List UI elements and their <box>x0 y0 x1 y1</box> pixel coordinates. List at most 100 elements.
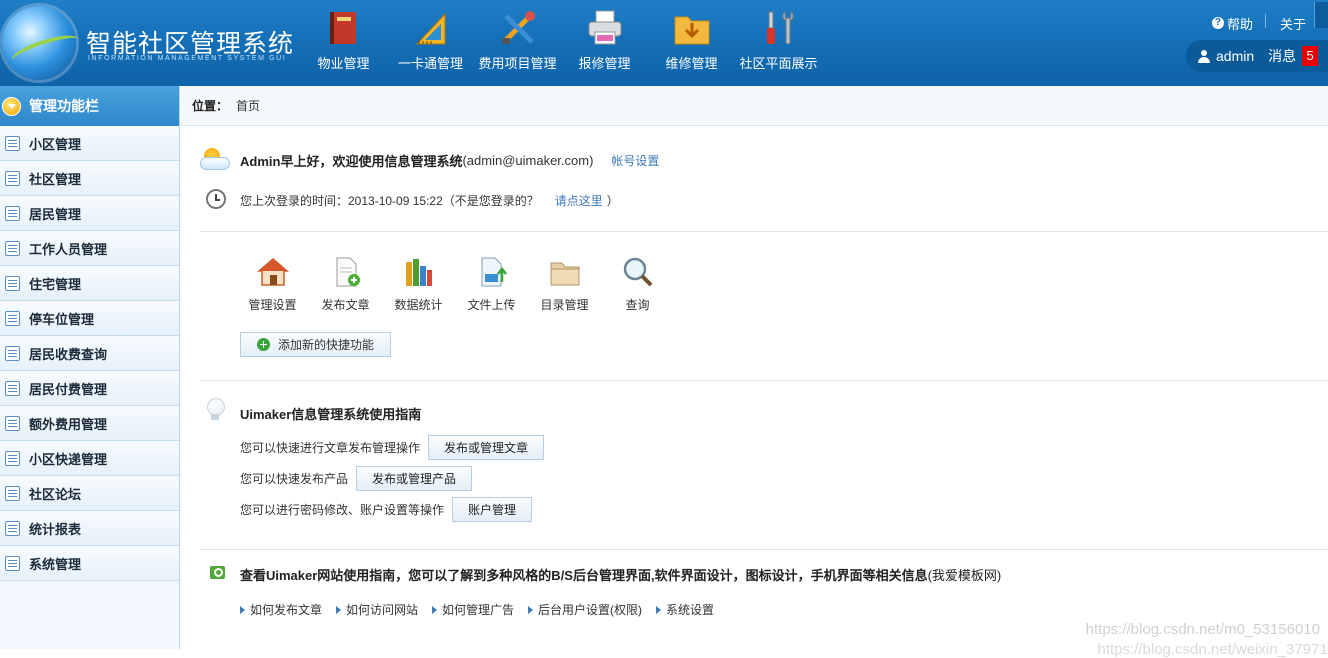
breadcrumb-label: 位置： <box>192 97 228 114</box>
sidebar-item-staff[interactable]: 工作人员管理 <box>0 231 179 266</box>
bar-books-icon <box>402 256 436 288</box>
guide-link-system[interactable]: 系统设置 <box>656 601 714 618</box>
guide-text: 您可以快速发布产品 <box>240 470 348 487</box>
topnav-label: 报修管理 <box>578 56 630 71</box>
file-upload-icon <box>475 256 509 288</box>
sidebar-item-housing[interactable]: 住宅管理 <box>0 266 179 301</box>
guide-title: Uimaker信息管理系统使用指南 <box>240 404 421 423</box>
tools-icon <box>498 8 538 48</box>
list-icon <box>5 416 20 431</box>
watermark: https://blog.csdn.net/m0_53156010 <box>1086 621 1320 638</box>
sidebar-item-forum[interactable]: 社区论坛 <box>0 476 179 511</box>
home-icon <box>256 256 290 288</box>
guide-link-label: 如何管理广告 <box>442 601 514 618</box>
shortcut-directory[interactable]: 目录管理 <box>528 256 601 313</box>
topnav-label: 一卡通管理 <box>398 56 463 71</box>
logo-globe-icon <box>2 6 76 80</box>
guide-link-label: 如何发布文章 <box>250 601 322 618</box>
sidebar-item-system[interactable]: 系统管理 <box>0 546 179 581</box>
help-link[interactable]: ? 帮助 <box>1212 14 1253 32</box>
greeting-text: Admin早上好，欢迎使用信息管理系统 <box>240 151 462 170</box>
shortcut-settings[interactable]: 管理设置 <box>236 256 309 313</box>
sidebar-item-label: 居民管理 <box>29 204 81 223</box>
list-icon <box>5 241 20 256</box>
sidebar-item-fee-query[interactable]: 居民收费查询 <box>0 336 179 371</box>
weather-icon <box>200 148 232 172</box>
list-icon <box>5 381 20 396</box>
sidebar-item-express[interactable]: 小区快递管理 <box>0 441 179 476</box>
arrow-right-icon <box>240 606 245 614</box>
guide-link-permissions[interactable]: 后台用户设置(权限) <box>528 601 642 618</box>
last-login-text: 您上次登录的时间：2013-10-09 15:22（不是您登录的？ <box>240 192 539 209</box>
site-guide-links: 如何发布文章 如何访问网站 如何管理广告 后台用户设置(权限) 系统设置 <box>240 601 728 618</box>
account-management-button[interactable]: 账户管理 <box>452 497 532 522</box>
sidebar-item-community[interactable]: 社区管理 <box>0 161 179 196</box>
shortcut-bar: 管理设置 发布文章 数据统计 <box>236 256 674 313</box>
topnav-fees[interactable]: 费用项目管理 <box>474 0 561 86</box>
messages-link[interactable]: 消息 <box>1268 46 1296 66</box>
guide-text: 您可以进行密码修改、账户设置等操作 <box>240 501 444 518</box>
manage-products-button[interactable]: 发布或管理产品 <box>356 466 472 491</box>
shortcut-statistics[interactable]: 数据统计 <box>382 256 455 313</box>
topnav-repair-request[interactable]: 报修管理 <box>561 0 648 86</box>
sidebar-item-parking[interactable]: 停车位管理 <box>0 301 179 336</box>
new-document-icon <box>329 256 363 288</box>
topnav-card[interactable]: 一卡通管理 <box>387 0 474 86</box>
guide-link-ads[interactable]: 如何管理广告 <box>432 601 514 618</box>
topnav-maintenance[interactable]: 维修管理 <box>648 0 735 86</box>
shortcut-new-article[interactable]: 发布文章 <box>309 256 382 313</box>
breadcrumb-home[interactable]: 首页 <box>236 97 260 114</box>
user-email: (admin@uimaker.com) <box>462 153 593 168</box>
greeting-row: Admin早上好，欢迎使用信息管理系统 (admin@uimaker.com) … <box>200 149 1328 171</box>
sidebar-item-estate[interactable]: 小区管理 <box>0 126 179 161</box>
divider <box>200 380 1328 381</box>
sidebar-item-label: 居民收费查询 <box>29 344 107 363</box>
sidebar-item-payments[interactable]: 居民付费管理 <box>0 371 179 406</box>
sidebar-item-residents[interactable]: 居民管理 <box>0 196 179 231</box>
list-icon <box>5 556 20 571</box>
close-paren: ） <box>607 192 619 209</box>
shortcut-file-upload[interactable]: 文件上传 <box>455 256 528 313</box>
sidebar-header[interactable]: 管理功能栏 <box>0 86 179 126</box>
about-label: 关于 <box>1280 14 1306 33</box>
arrow-right-icon <box>656 606 661 614</box>
guide-text: 您可以快速进行文章发布管理操作 <box>240 439 420 456</box>
divider <box>1265 14 1266 28</box>
list-icon <box>5 171 20 186</box>
sidebar: 管理功能栏 小区管理 社区管理 居民管理 工作人员管理 住宅管理 停车位管理 居… <box>0 86 180 649</box>
guide-link-label: 如何访问网站 <box>346 601 418 618</box>
username[interactable]: admin <box>1216 48 1254 64</box>
welcome-panel: Admin早上好，欢迎使用信息管理系统 (admin@uimaker.com) … <box>200 149 1328 211</box>
about-link[interactable]: 关于 <box>1280 14 1306 32</box>
report-login-link[interactable]: 请点这里 <box>555 192 603 209</box>
topnav-property[interactable]: 物业管理 <box>300 0 387 86</box>
user-bar: admin 消息 5 <box>1186 40 1328 72</box>
guide-link-visit[interactable]: 如何访问网站 <box>336 601 418 618</box>
sidebar-item-label: 统计报表 <box>29 519 81 538</box>
shortcut-search[interactable]: 查询 <box>601 256 674 313</box>
account-settings-link[interactable]: 帐号设置 <box>611 152 659 169</box>
arrow-right-icon <box>528 606 533 614</box>
topnav-label: 物业管理 <box>317 56 369 71</box>
watermark: https://blog.csdn.net/weixin_379719 <box>1098 641 1328 658</box>
add-shortcut-button[interactable]: 添加新的快捷功能 <box>240 332 391 357</box>
clock-icon <box>200 188 232 212</box>
sidebar-item-reports[interactable]: 统计报表 <box>0 511 179 546</box>
messages-count-badge[interactable]: 5 <box>1302 46 1318 66</box>
exit-button[interactable] <box>1314 2 1328 28</box>
shortcut-label: 文件上传 <box>455 296 528 313</box>
sidebar-item-extra-fees[interactable]: 额外费用管理 <box>0 406 179 441</box>
shortcut-label: 发布文章 <box>309 296 382 313</box>
list-icon <box>5 276 20 291</box>
site-guide-title-tail: (我爱模板网) <box>928 568 1002 583</box>
book-icon <box>324 8 364 48</box>
sidebar-item-label: 居民付费管理 <box>29 379 107 398</box>
topnav-community-map[interactable]: 社区平面展示 <box>735 0 822 86</box>
guide-link-publish[interactable]: 如何发布文章 <box>240 601 322 618</box>
folder-download-icon <box>672 8 712 48</box>
add-shortcut-label: 添加新的快捷功能 <box>278 336 374 353</box>
sidebar-item-label: 住宅管理 <box>29 274 81 293</box>
sidebar-item-label: 系统管理 <box>29 554 81 573</box>
manage-articles-button[interactable]: 发布或管理文章 <box>428 435 544 460</box>
sidebar-title: 管理功能栏 <box>29 96 99 116</box>
